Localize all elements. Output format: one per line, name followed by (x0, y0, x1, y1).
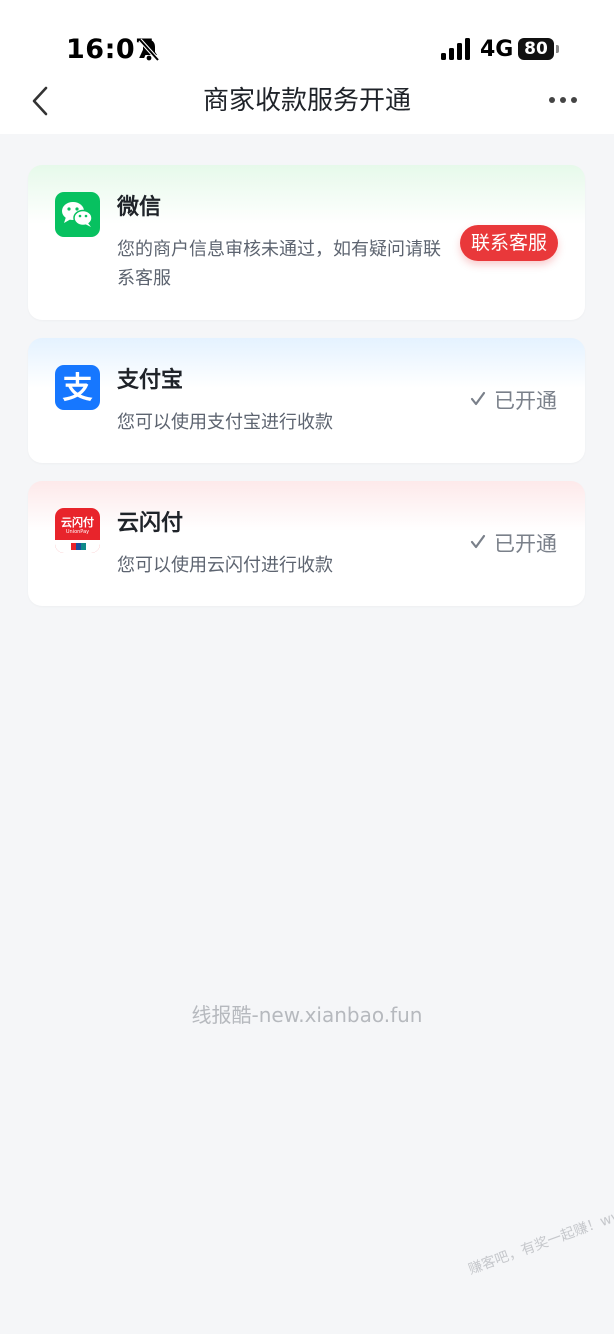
wechat-logo-icon (55, 192, 100, 237)
unionpay-logo-icon: 云闪付 UnionPay (55, 508, 100, 553)
status-bar: 16:07 4G 80 (0, 0, 614, 84)
alipay-glyph: 支 (63, 371, 93, 406)
alipay-logo-text: 支 (63, 371, 93, 406)
wechat-bubbles-icon (62, 202, 93, 227)
channel-description: 您可以使用支付宝进行收款 (117, 412, 333, 433)
navigation-bar: 商家收款服务开通 (0, 76, 614, 126)
channel-name: 云闪付 (117, 511, 184, 536)
contact-support-button[interactable]: 联系客服 (460, 225, 558, 261)
alipay-logo-icon: 支 (55, 365, 100, 410)
check-icon (470, 391, 486, 406)
status-label: 已开通 (494, 532, 557, 556)
more-dots-icon[interactable] (548, 88, 578, 112)
check-icon (470, 534, 486, 549)
channel-name: 支付宝 (117, 368, 184, 393)
network-type: 4G (480, 37, 514, 62)
channel-description: 您可以使用云闪付进行收款 (117, 555, 333, 576)
unionpay-logo-subtext: UnionPay (66, 529, 89, 535)
wechat-payment-card: 微信 您的商户信息审核未通过，如有疑问请联系客服 联系客服 (28, 165, 585, 320)
unionpay-logo-text: 云闪付 (61, 515, 94, 529)
channel-description: 您的商户信息审核未通过，如有疑问请联系客服 (117, 239, 441, 289)
bell-slash-icon (138, 38, 160, 62)
alipay-payment-card: 支 支付宝 您可以使用支付宝进行收款 已开通 (28, 338, 585, 463)
unionpay-glyph: 云闪付 UnionPay (55, 515, 100, 553)
channel-name: 微信 (117, 195, 162, 220)
battery-cap (556, 45, 559, 53)
signal-bars-icon (441, 38, 470, 60)
watermark-text: 线报酷-new.xianbao.fun (191, 1003, 423, 1027)
battery-indicator: 80 (518, 38, 554, 60)
status-label: 已开通 (494, 389, 557, 413)
corner-watermark: 赚客吧，有奖一起赚！www.zuanke8.com (466, 1170, 614, 1278)
page-title: 商家收款服务开通 (202, 86, 411, 116)
unionpay-payment-card: 云闪付 UnionPay 云闪付 您可以使用云闪付进行收款 已开通 (28, 481, 585, 606)
